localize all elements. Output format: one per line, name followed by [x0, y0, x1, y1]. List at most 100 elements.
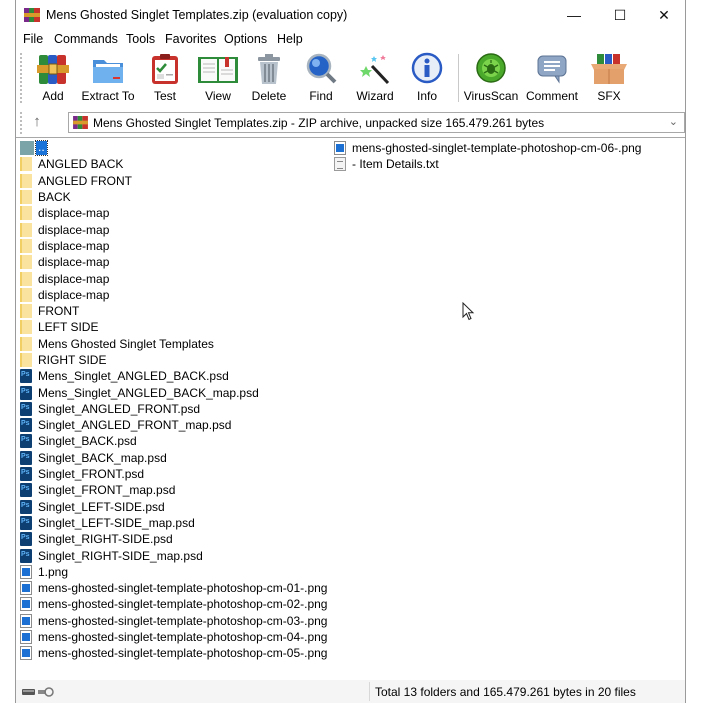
file-item[interactable]: Singlet_RIGHT-SIDE_map.psd [20, 547, 327, 563]
file-name: Singlet_LEFT-SIDE_map.psd [38, 515, 195, 530]
file-item[interactable]: mens-ghosted-singlet-template-photoshop-… [20, 629, 327, 645]
photoshop-file-icon [20, 401, 32, 416]
test-button[interactable]: Test [148, 52, 182, 106]
toolbar-separator [458, 54, 459, 102]
folder-item[interactable]: displace-map [20, 287, 327, 303]
image-file-icon [334, 141, 346, 156]
file-name: Singlet_FRONT_map.psd [38, 483, 176, 498]
file-name: Singlet_LEFT-SIDE.psd [38, 499, 165, 514]
file-name: ANGLED BACK [38, 157, 124, 172]
file-name: Singlet_RIGHT-SIDE_map.psd [38, 548, 203, 563]
photoshop-file-icon [20, 434, 32, 449]
minimize-icon: — [567, 7, 581, 23]
virusscan-label: VirusScan [463, 89, 519, 103]
file-list[interactable]: .. ANGLED BACK ANGLED FRONT BACK displace-ma… [16, 137, 685, 681]
file-item[interactable]: mens-ghosted-singlet-template-photoshop-… [334, 140, 641, 156]
image-file-icon [20, 646, 32, 661]
file-item[interactable]: Singlet_ANGLED_FRONT_map.psd [20, 417, 327, 433]
maximize-button[interactable]: ☐ [597, 0, 643, 30]
file-item[interactable]: - Item Details.txt [334, 156, 641, 172]
menu-tools[interactable]: Tools [126, 32, 155, 46]
extract-to-label: Extract To [81, 89, 135, 103]
file-name: LEFT SIDE [38, 320, 99, 335]
image-file-icon [20, 581, 32, 596]
folder-item[interactable]: displace-map [20, 270, 327, 286]
file-item[interactable]: 1.png [20, 564, 327, 580]
file-name: displace-map [38, 206, 110, 221]
folder-item[interactable]: FRONT [20, 303, 327, 319]
winrar-archive-icon [73, 116, 88, 129]
file-item[interactable]: mens-ghosted-singlet-template-photoshop-… [20, 645, 327, 661]
folder-icon [20, 190, 32, 205]
file-name: Mens_Singlet_ANGLED_BACK.psd [38, 369, 229, 384]
sfx-button[interactable]: SFX [591, 52, 627, 106]
toolbar: Add Extract To Test View Delete Find Wiz… [16, 49, 685, 107]
close-button[interactable]: ✕ [641, 0, 687, 30]
folder-item[interactable]: displace-map [20, 205, 327, 221]
file-item[interactable]: Singlet_FRONT.psd [20, 466, 327, 482]
menu-commands[interactable]: Commands [54, 32, 118, 46]
status-bar: Total 13 folders and 165.479.261 bytes i… [16, 680, 685, 703]
folder-item[interactable]: displace-map [20, 254, 327, 270]
comment-label: Comment [525, 89, 578, 103]
folder-item[interactable]: BACK [20, 189, 327, 205]
minimize-button[interactable]: — [551, 0, 597, 30]
file-item[interactable]: Mens_Singlet_ANGLED_BACK_map.psd [20, 384, 327, 400]
archive-path-dropdown[interactable]: Mens Ghosted Singlet Templates.zip - ZIP… [68, 112, 685, 133]
file-list-column-1: .. ANGLED BACK ANGLED FRONT BACK displace-ma… [20, 140, 327, 662]
maximize-icon: ☐ [613, 6, 627, 23]
file-name: mens-ghosted-singlet-template-photoshop-… [38, 630, 328, 645]
file-item[interactable]: Mens_Singlet_ANGLED_BACK.psd [20, 368, 327, 384]
folder-item[interactable]: displace-map [20, 238, 327, 254]
folder-item[interactable]: RIGHT SIDE [20, 352, 327, 368]
virusscan-button[interactable]: VirusScan [463, 52, 519, 106]
file-list-column-2: mens-ghosted-singlet-template-photoshop-… [334, 140, 641, 173]
folder-item[interactable]: displace-map [20, 221, 327, 237]
menu-file[interactable]: File [23, 32, 43, 46]
delete-button[interactable]: Delete [251, 52, 287, 106]
chevron-down-icon[interactable]: ⌄ [669, 115, 678, 128]
add-button[interactable]: Add [36, 52, 70, 106]
parent-folder-item[interactable]: .. [20, 140, 327, 157]
addressbar-grip[interactable] [20, 112, 24, 134]
menu-favorites[interactable]: Favorites [165, 32, 216, 46]
folder-item[interactable]: LEFT SIDE [20, 319, 327, 335]
find-button[interactable]: Find [304, 52, 338, 106]
file-item[interactable]: Singlet_FRONT_map.psd [20, 482, 327, 498]
photoshop-file-icon [20, 548, 32, 563]
parent-folder-icon [20, 141, 34, 156]
file-item[interactable]: Singlet_BACK_map.psd [20, 450, 327, 466]
file-name: Singlet_BACK.psd [38, 434, 137, 449]
file-item[interactable]: Singlet_RIGHT-SIDE.psd [20, 531, 327, 547]
photoshop-file-icon [20, 483, 32, 498]
winrar-window: Mens Ghosted Singlet Templates.zip (eval… [15, 0, 686, 703]
file-item[interactable]: Singlet_LEFT-SIDE.psd [20, 499, 327, 515]
extract-to-button[interactable]: Extract To [81, 52, 135, 106]
wizard-button[interactable]: Wizard [356, 52, 394, 106]
view-button[interactable]: View [196, 52, 240, 106]
folder-item[interactable]: ANGLED FRONT [20, 173, 327, 189]
toolbar-grip[interactable] [20, 53, 24, 103]
file-item[interactable]: mens-ghosted-singlet-template-photoshop-… [20, 613, 327, 629]
file-item[interactable]: Singlet_BACK.psd [20, 433, 327, 449]
file-name: - Item Details.txt [352, 157, 439, 172]
menu-bar: File Commands Tools Favorites Options He… [16, 30, 685, 49]
folder-icon [20, 353, 32, 367]
folder-icon [20, 206, 32, 221]
folder-item[interactable]: Mens Ghosted Singlet Templates [20, 336, 327, 352]
comment-button[interactable]: Comment [524, 52, 580, 106]
image-file-icon [20, 564, 32, 579]
folder-item[interactable]: ANGLED BACK [20, 156, 327, 172]
file-item[interactable]: Singlet_ANGLED_FRONT.psd [20, 401, 327, 417]
test-clipboard-icon [152, 54, 178, 84]
file-name: .. [35, 140, 48, 157]
file-name: Singlet_ANGLED_FRONT_map.psd [38, 418, 232, 433]
file-item[interactable]: Singlet_LEFT-SIDE_map.psd [20, 515, 327, 531]
status-separator [369, 682, 370, 701]
menu-help[interactable]: Help [277, 32, 303, 46]
menu-options[interactable]: Options [224, 32, 267, 46]
info-button[interactable]: Info [410, 52, 444, 106]
file-item[interactable]: mens-ghosted-singlet-template-photoshop-… [20, 596, 327, 612]
up-one-level-button[interactable]: ↑ [28, 113, 46, 131]
file-item[interactable]: mens-ghosted-singlet-template-photoshop-… [20, 580, 327, 596]
